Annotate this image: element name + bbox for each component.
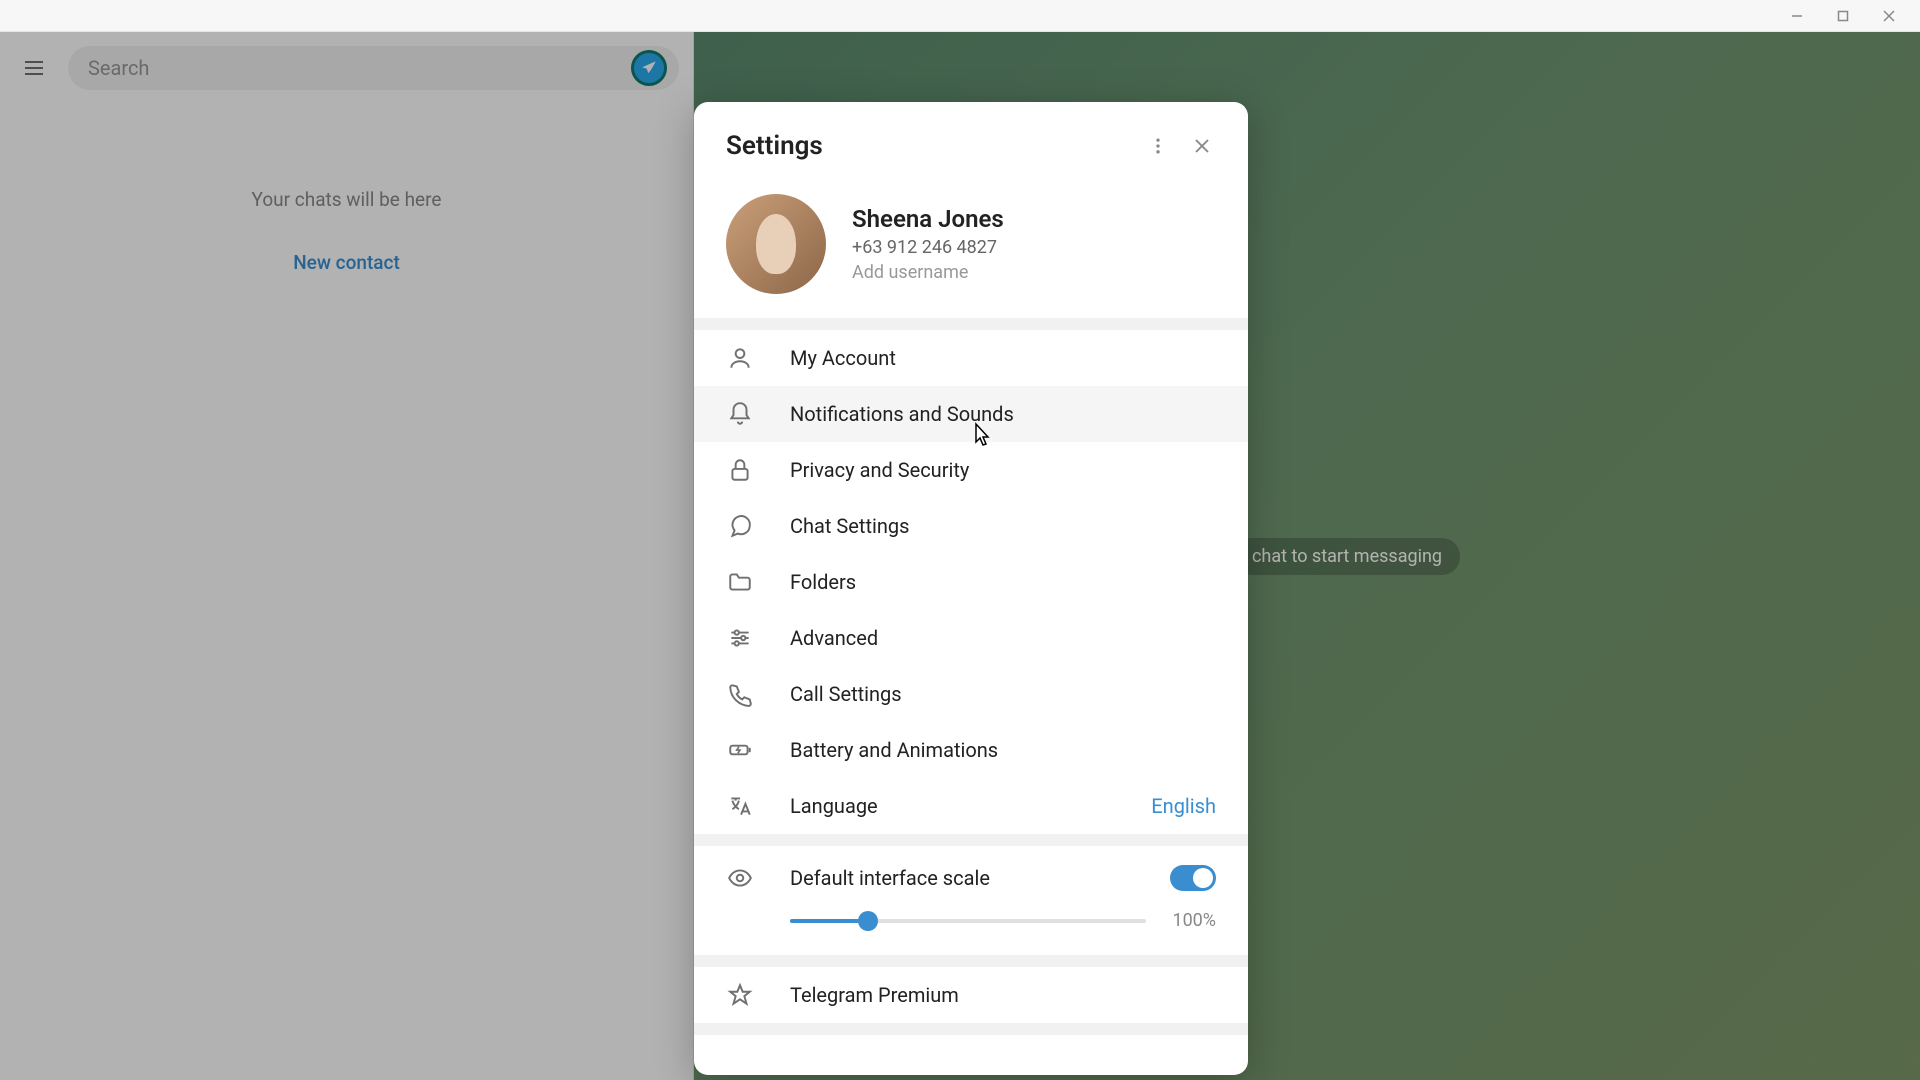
- menu-item-folders[interactable]: Folders: [694, 554, 1248, 610]
- lock-icon: [726, 456, 754, 484]
- window-minimize-button[interactable]: [1774, 0, 1820, 32]
- menu-label: Folders: [790, 570, 1216, 594]
- battery-icon: [726, 736, 754, 764]
- window-titlebar: [0, 0, 1920, 32]
- slider-fill: [790, 919, 868, 923]
- settings-modal: Settings Sheena Jones +63 912 246 4827 A…: [694, 102, 1248, 1075]
- profile-name: Sheena Jones: [852, 205, 1004, 233]
- menu-label: My Account: [790, 346, 1216, 370]
- window-close-button[interactable]: [1866, 0, 1912, 32]
- menu-label: Privacy and Security: [790, 458, 1216, 482]
- profile-section[interactable]: Sheena Jones +63 912 246 4827 Add userna…: [694, 190, 1248, 318]
- slider-thumb[interactable]: [858, 911, 878, 931]
- menu-label: Language: [790, 794, 1115, 818]
- chat-icon: [726, 512, 754, 540]
- interface-scale-value: 100%: [1166, 910, 1216, 931]
- menu-label: Battery and Animations: [790, 738, 1216, 762]
- menu-label: Call Settings: [790, 682, 1216, 706]
- language-value: English: [1151, 794, 1216, 818]
- star-icon: [726, 981, 754, 1009]
- modal-title: Settings: [726, 131, 1136, 161]
- menu-item-call-settings[interactable]: Call Settings: [694, 666, 1248, 722]
- menu-item-notifications[interactable]: Notifications and Sounds: [694, 386, 1248, 442]
- modal-more-button[interactable]: [1136, 124, 1180, 168]
- menu-item-chat-settings[interactable]: Chat Settings: [694, 498, 1248, 554]
- modal-close-button[interactable]: [1180, 124, 1224, 168]
- menu-item-my-account[interactable]: My Account: [694, 330, 1248, 386]
- interface-scale-toggle[interactable]: [1170, 865, 1216, 891]
- language-icon: [726, 792, 754, 820]
- folder-icon: [726, 568, 754, 596]
- interface-scale-slider[interactable]: [790, 919, 1146, 923]
- account-icon: [726, 344, 754, 372]
- sliders-icon: [726, 624, 754, 652]
- menu-item-premium[interactable]: Telegram Premium: [694, 967, 1248, 1023]
- add-username-link[interactable]: Add username: [852, 262, 1004, 283]
- section-divider: [694, 834, 1248, 846]
- bell-icon: [726, 400, 754, 428]
- menu-label: Telegram Premium: [790, 983, 1216, 1007]
- menu-item-battery[interactable]: Battery and Animations: [694, 722, 1248, 778]
- menu-label: Notifications and Sounds: [790, 402, 1216, 426]
- profile-phone: +63 912 246 4827: [852, 237, 1004, 258]
- menu-label: Advanced: [790, 626, 1216, 650]
- menu-item-language[interactable]: Language English: [694, 778, 1248, 834]
- eye-icon: [726, 864, 754, 892]
- window-maximize-button[interactable]: [1820, 0, 1866, 32]
- section-divider: [694, 955, 1248, 967]
- menu-label: Chat Settings: [790, 514, 1216, 538]
- avatar[interactable]: [726, 194, 826, 294]
- section-divider: [694, 318, 1248, 330]
- menu-item-privacy[interactable]: Privacy and Security: [694, 442, 1248, 498]
- phone-icon: [726, 680, 754, 708]
- menu-item-advanced[interactable]: Advanced: [694, 610, 1248, 666]
- interface-scale-label: Default interface scale: [790, 866, 1134, 890]
- section-divider: [694, 1023, 1248, 1035]
